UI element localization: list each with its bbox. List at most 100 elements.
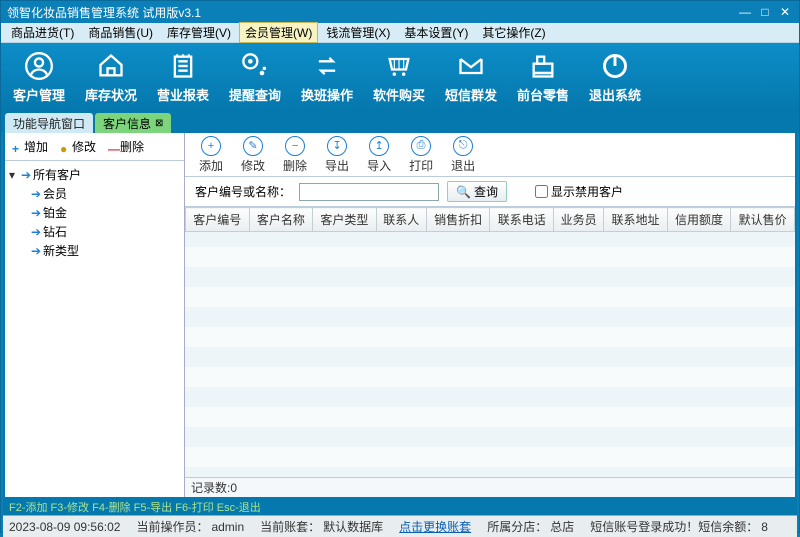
menu-bar: 商品进货(T)商品销售(U)库存管理(V)会员管理(W)钱流管理(X)基本设置(… <box>1 23 799 43</box>
status-branch: 所属分店： 总店 <box>487 518 574 535</box>
bigbutton-software-buy[interactable]: 软件购买 <box>367 51 431 104</box>
tree-expand-icon[interactable]: ▾ <box>9 168 19 182</box>
cart-icon <box>384 51 414 81</box>
search-bar: 客户编号或名称： 🔍 查询 显示禁用客户 <box>185 177 795 207</box>
column-header-7[interactable]: 联系地址 <box>604 208 668 232</box>
tab-close-icon[interactable]: ⊠ <box>155 118 163 129</box>
arrow-icon: ➔ <box>31 244 41 258</box>
bigbutton-business-report[interactable]: 营业报表 <box>151 51 215 104</box>
delete-icon: − <box>285 136 305 156</box>
arrow-icon: ➔ <box>21 168 31 182</box>
close-button[interactable]: ✕ <box>777 5 793 19</box>
sidebar: +增加 ●修改 —删除 ▾ ➔ 所有客户 ➔会员➔铂金➔钻石➔新类型 <box>5 133 185 497</box>
exit-icon: ⎋ <box>453 136 473 156</box>
action-delete-button[interactable]: −删除 <box>283 136 307 174</box>
tree-root[interactable]: ▾ ➔ 所有客户 <box>7 165 182 184</box>
column-header-9[interactable]: 默认售价 <box>731 208 795 232</box>
show-disabled-input[interactable] <box>535 185 548 198</box>
bigbutton-customer-manage[interactable]: 客户管理 <box>7 51 71 104</box>
action-exit-button[interactable]: ⎋退出 <box>451 136 475 174</box>
search-button[interactable]: 🔍 查询 <box>447 181 507 202</box>
record-count-label: 记录数: <box>191 479 230 496</box>
maximize-button[interactable]: □ <box>757 5 773 19</box>
menu-item-0[interactable]: 商品进货(T) <box>5 22 80 43</box>
bigbutton-shift-change[interactable]: 换班操作 <box>295 51 359 104</box>
tab-customer-info[interactable]: 客户信息⊠ <box>95 113 171 133</box>
column-header-1[interactable]: 客户名称 <box>249 208 313 232</box>
column-header-6[interactable]: 业务员 <box>554 208 604 232</box>
action-label: 打印 <box>409 157 433 174</box>
search-icon: 🔍 <box>456 185 471 199</box>
action-label: 添加 <box>199 157 223 174</box>
status-bar: 2023-08-09 09:56:02 当前操作员： admin 当前账套： 默… <box>3 515 797 537</box>
bigbutton-front-retail[interactable]: 前台零售 <box>511 51 575 104</box>
bigbutton-inventory-status[interactable]: 库存状况 <box>79 51 143 104</box>
menu-item-5[interactable]: 基本设置(Y) <box>398 22 474 43</box>
menu-item-2[interactable]: 库存管理(V) <box>161 22 237 43</box>
menu-item-3[interactable]: 会员管理(W) <box>239 22 318 43</box>
data-grid[interactable]: 客户编号客户名称客户类型联系人销售折扣联系电话业务员联系地址信用额度默认售价 <box>185 207 795 477</box>
print-icon: ⎙ <box>411 136 431 156</box>
action-export-button[interactable]: ↧导出 <box>325 136 349 174</box>
action-add-button[interactable]: +添加 <box>199 136 223 174</box>
tree-node-3[interactable]: ➔新类型 <box>29 241 182 260</box>
arrow-icon: ➔ <box>31 187 41 201</box>
menu-item-6[interactable]: 其它操作(Z) <box>476 22 551 43</box>
action-label: 删除 <box>283 157 307 174</box>
menu-item-4[interactable]: 钱流管理(X) <box>320 22 396 43</box>
edit-icon: ✎ <box>243 136 263 156</box>
sidebar-toolbar: +增加 ●修改 —删除 <box>5 133 184 161</box>
bigbutton-label: 换班操作 <box>301 85 353 104</box>
action-import-button[interactable]: ↥导入 <box>367 136 391 174</box>
bigbutton-sms-send[interactable]: 短信群发 <box>439 51 503 104</box>
tab-nav-window[interactable]: 功能导航窗口 <box>5 113 93 133</box>
window-controls: — □ ✕ <box>737 5 793 19</box>
tree-node-2[interactable]: ➔钻石 <box>29 222 182 241</box>
sidebar-delete-button[interactable]: —删除 <box>105 136 147 157</box>
column-header-4[interactable]: 销售折扣 <box>426 208 490 232</box>
mail-icon <box>456 51 486 81</box>
sidebar-edit-label: 修改 <box>72 138 96 155</box>
action-edit-button[interactable]: ✎修改 <box>241 136 265 174</box>
tree-node-1[interactable]: ➔铂金 <box>29 203 182 222</box>
action-label: 导出 <box>325 157 349 174</box>
tab-label: 功能导航窗口 <box>13 115 85 132</box>
status-account: 当前账套： 默认数据库 <box>260 518 383 535</box>
column-header-5[interactable]: 联系电话 <box>490 208 554 232</box>
minimize-button[interactable]: — <box>737 5 753 19</box>
bigbutton-label: 退出系统 <box>589 85 641 104</box>
bigbutton-exit-system[interactable]: 退出系统 <box>583 51 647 104</box>
tree-node-label: 钻石 <box>43 223 67 240</box>
tree-node-0[interactable]: ➔会员 <box>29 184 182 203</box>
export-icon: ↧ <box>327 136 347 156</box>
search-button-label: 查询 <box>474 183 498 200</box>
column-header-2[interactable]: 客户类型 <box>313 208 377 232</box>
bigbutton-label: 软件购买 <box>373 85 425 104</box>
column-header-3[interactable]: 联系人 <box>376 208 426 232</box>
swap-icon <box>312 51 342 81</box>
sidebar-edit-button[interactable]: ●修改 <box>57 136 99 157</box>
tree-node-label: 铂金 <box>43 204 67 221</box>
action-print-button[interactable]: ⎙打印 <box>409 136 433 174</box>
action-label: 导入 <box>367 157 391 174</box>
bigbutton-reminder-query[interactable]: 提醒查询 <box>223 51 287 104</box>
main-panel: +添加✎修改−删除↧导出↥导入⎙打印⎋退出 客户编号或名称： 🔍 查询 显示禁用… <box>185 133 795 497</box>
search-input[interactable] <box>299 183 439 201</box>
window-title: 领智化妆品销售管理系统 试用版v3.1 <box>7 4 737 21</box>
category-tree: ▾ ➔ 所有客户 ➔会员➔铂金➔钻石➔新类型 <box>5 161 184 497</box>
column-header-8[interactable]: 信用额度 <box>667 208 731 232</box>
switch-account-link[interactable]: 点击更换账套 <box>399 518 471 535</box>
record-count-bar: 记录数: 0 <box>185 477 795 497</box>
bigbutton-label: 客户管理 <box>13 85 65 104</box>
menu-item-1[interactable]: 商品销售(U) <box>82 22 159 43</box>
bigbutton-label: 短信群发 <box>445 85 497 104</box>
action-toolbar: +添加✎修改−删除↧导出↥导入⎙打印⎋退出 <box>185 133 795 177</box>
notepad-icon <box>168 51 198 81</box>
register-icon <box>528 51 558 81</box>
show-disabled-checkbox[interactable]: 显示禁用客户 <box>535 183 623 200</box>
sidebar-add-button[interactable]: +增加 <box>9 136 51 157</box>
action-label: 修改 <box>241 157 265 174</box>
add-icon: + <box>201 136 221 156</box>
tree-node-label: 新类型 <box>43 242 79 259</box>
column-header-0[interactable]: 客户编号 <box>186 208 250 232</box>
